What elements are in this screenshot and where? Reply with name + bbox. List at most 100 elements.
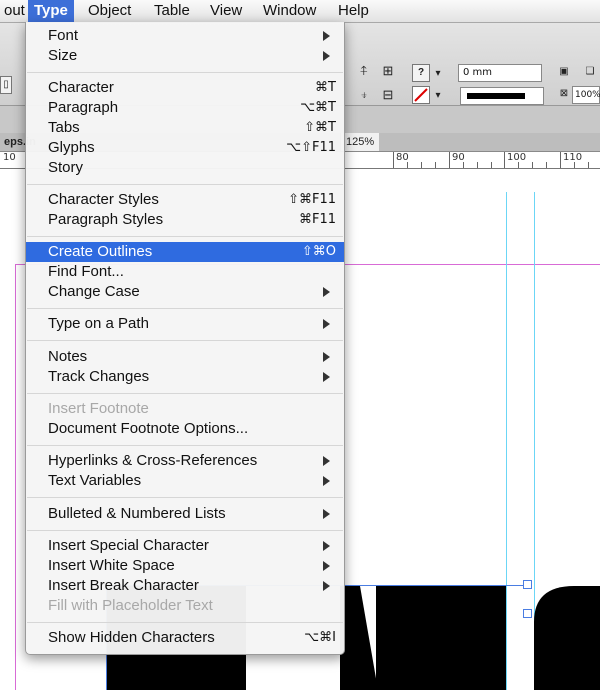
menu-item-label: Glyphs [48,139,95,156]
menu-item-text-variables[interactable]: Text Variables [26,471,344,491]
menu-item-shortcut: ⇧⌘O [301,244,336,259]
effects-icon[interactable]: ▣ [556,64,572,80]
submenu-arrow-icon [323,581,330,591]
menu-item-character-styles[interactable]: Character Styles ⇧⌘F11 [26,190,344,210]
align-icon[interactable]: ⍏ [356,63,372,79]
submenu-arrow-icon [323,287,330,297]
menu-item-insert-footnote: Insert Footnote [26,399,344,419]
menu-item-label: Story [48,159,84,176]
menu-separator [27,393,343,394]
menu-item-paragraph-styles[interactable]: Paragraph Styles ⌘F11 [26,210,344,230]
ruler-tick [393,152,394,168]
ruler-tick [504,152,505,168]
submenu-arrow-icon [323,456,330,466]
menu-item-insert-white-space[interactable]: Insert White Space [26,556,344,576]
menu-item-shortcut: ⇧⌘T [304,120,336,135]
outlined-letter-shape[interactable] [340,586,400,690]
menu-item-find-font[interactable]: Find Font... [26,262,344,282]
menu-item-label: Insert White Space [48,557,175,574]
menu-type[interactable]: Type [28,0,74,22]
frame-handle[interactable] [523,609,532,618]
ruler-tick [407,162,408,168]
menu-item-shortcut: ⌥⇧F11 [286,140,336,155]
menu-item-shortcut: ⌥⌘T [300,100,336,115]
menu-item-size[interactable]: Size [26,46,344,66]
menu-item-insert-break-character[interactable]: Insert Break Character [26,576,344,596]
menu-item-shortcut: ⌘F11 [298,212,336,227]
ruler-tick [574,162,575,168]
margin-guide [15,264,16,690]
menu-item-document-footnote-options[interactable]: Document Footnote Options... [26,419,344,439]
menu-separator [27,184,343,185]
menu-help[interactable]: Help [332,0,375,22]
stroke-none-icon[interactable] [412,86,430,104]
menu-object[interactable]: Object [82,0,137,22]
type-menu-dropdown: Font Size Character ⌘T Paragraph ⌥⌘T Tabs ⇧… [25,22,345,655]
menu-item-label: Document Footnote Options... [48,420,249,437]
opacity-icon[interactable]: ⊠ [556,86,572,102]
dropdown-arrow-icon[interactable]: ▾ [433,88,443,101]
submenu-arrow-icon [323,541,330,551]
submenu-arrow-icon [323,51,330,61]
menu-layout[interactable]: out [0,0,31,22]
submenu-arrow-icon [323,476,330,486]
opacity-field[interactable]: 100% [572,86,600,104]
align-bottom-icon[interactable]: ⍖ [356,87,372,103]
menu-item-label: Show Hidden Characters [48,629,215,646]
frame-handle[interactable] [523,580,532,589]
ruler-label: 110 [563,152,583,163]
menu-item-glyphs[interactable]: Glyphs ⌥⇧F11 [26,138,344,158]
ruler-label: 100 [507,152,527,163]
fill-unknown-icon[interactable]: ? [412,64,430,82]
stroke-weight-field[interactable]: 0 mm [458,64,542,82]
menu-item-create-outlines[interactable]: Create Outlines ⇧⌘O [26,242,344,262]
dropdown-arrow-icon[interactable]: ▾ [433,66,443,79]
menu-item-character[interactable]: Character ⌘T [26,78,344,98]
shadow-icon[interactable]: ❑ [582,64,598,80]
menu-item-notes[interactable]: Notes [26,347,344,367]
menu-item-hyperlinks[interactable]: Hyperlinks & Cross-References [26,451,344,471]
menu-view[interactable]: View [204,0,248,22]
menu-item-label: Size [48,47,78,64]
menu-item-paragraph[interactable]: Paragraph ⌥⌘T [26,98,344,118]
menu-window[interactable]: Window [257,0,322,22]
outlined-letter-shape[interactable] [534,586,600,690]
tool-icon[interactable]: ▯ [0,76,12,94]
stroke-type-select[interactable] [460,87,544,105]
menu-item-fill-placeholder-text: Fill with Placeholder Text [26,596,344,616]
submenu-arrow-icon [323,561,330,571]
submenu-arrow-icon [323,352,330,362]
menu-item-insert-special-character[interactable]: Insert Special Character [26,536,344,556]
menu-item-label: Font [48,27,79,44]
ruler-tick [588,162,589,168]
menu-item-bulleted-numbered-lists[interactable]: Bulleted & Numbered Lists [26,504,344,524]
menu-item-track-changes[interactable]: Track Changes [26,367,344,387]
menu-item-label: Paragraph Styles [48,211,164,228]
menu-item-label: Fill with Placeholder Text [48,597,213,614]
distribute-icon[interactable]: ⊞ [380,63,396,79]
distribute-bottom-icon[interactable]: ⊟ [380,87,396,103]
ruler-tick [518,162,519,168]
menu-item-label: Insert Footnote [48,400,149,417]
menu-item-show-hidden-characters[interactable]: Show Hidden Characters ⌥⌘I [26,628,344,648]
menu-item-label: Character Styles [48,191,159,208]
ruler-tick [560,152,561,168]
menu-separator [27,497,343,498]
menu-separator [27,236,343,237]
menu-item-font[interactable]: Font [26,26,344,46]
menu-item-label: Insert Break Character [48,577,199,594]
zoom-level: 125% [340,133,380,151]
ruler-tick [463,162,464,168]
menu-item-label: Character [48,79,114,96]
menu-item-type-on-a-path[interactable]: Type on a Path [26,314,344,334]
submenu-arrow-icon [323,319,330,329]
menu-separator [27,622,343,623]
menu-item-label: Track Changes [48,368,150,385]
menu-item-story[interactable]: Story [26,158,344,178]
menu-item-tabs[interactable]: Tabs ⇧⌘T [26,118,344,138]
submenu-arrow-icon [323,509,330,519]
menu-item-label: Bulleted & Numbered Lists [48,505,226,522]
menu-item-change-case[interactable]: Change Case [26,282,344,302]
menu-separator [27,445,343,446]
menu-table[interactable]: Table [148,0,196,22]
